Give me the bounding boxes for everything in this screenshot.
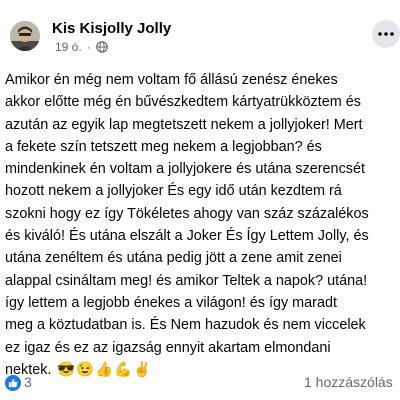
- post-time[interactable]: 19 ó.: [55, 40, 82, 54]
- post-text-line: meg a köztudatban is. És Nem hazudok és …: [5, 317, 366, 334]
- post-text-line: mindenkinek én voltam a jollyjokere és u…: [5, 161, 365, 178]
- post-text-line: alappal csináltam meg! és amikor Teltek …: [5, 272, 368, 289]
- post-text-line: szokni hogy ez így Tökéletes ahogy van s…: [5, 205, 369, 222]
- globe-icon: [95, 41, 108, 53]
- post-text-line: akkor előtte még én bűvészkedtem kártyat…: [5, 94, 361, 111]
- post-meta: 19 ó. ·: [55, 40, 108, 54]
- post-text-line: Amikor én még nem voltam fő állású zenés…: [5, 72, 338, 88]
- post-text-line: és kiváló! És utána elszált a Joker És Í…: [5, 228, 369, 245]
- post-text-line: ez igaz és ez az igazság ennyit akartam …: [5, 339, 331, 356]
- post-body: Amikor én még nem voltam fő állású zenés…: [5, 69, 400, 381]
- more-options-icon: [378, 32, 394, 36]
- comments-count-link[interactable]: 1 hozzászólás: [304, 374, 393, 390]
- reaction-count[interactable]: 3: [24, 374, 32, 390]
- post-header: Kis Kisjolly Jolly 19 ó. ·: [0, 0, 400, 62]
- post-text-line: azután az egyik lap megtetszett nekem a …: [5, 116, 363, 133]
- post-footer: 3 1 hozzászólás: [0, 372, 400, 396]
- author-name[interactable]: Kis Kisjolly Jolly: [52, 20, 171, 37]
- post-text-line: a fekete szín tetszett meg nekem a legjo…: [5, 138, 322, 155]
- separator-dot: ·: [86, 40, 91, 54]
- avatar[interactable]: [10, 21, 40, 51]
- post-text-line: hozott nekem a jollyjoker És egy idő utá…: [5, 183, 342, 200]
- like-icon[interactable]: [5, 375, 21, 391]
- post-text-line: utána zenéltem és utána pedig jött a zen…: [5, 250, 342, 267]
- post-text-line: így lettem a legjobb énekes a világon! é…: [5, 294, 337, 311]
- more-options-button[interactable]: [372, 20, 400, 48]
